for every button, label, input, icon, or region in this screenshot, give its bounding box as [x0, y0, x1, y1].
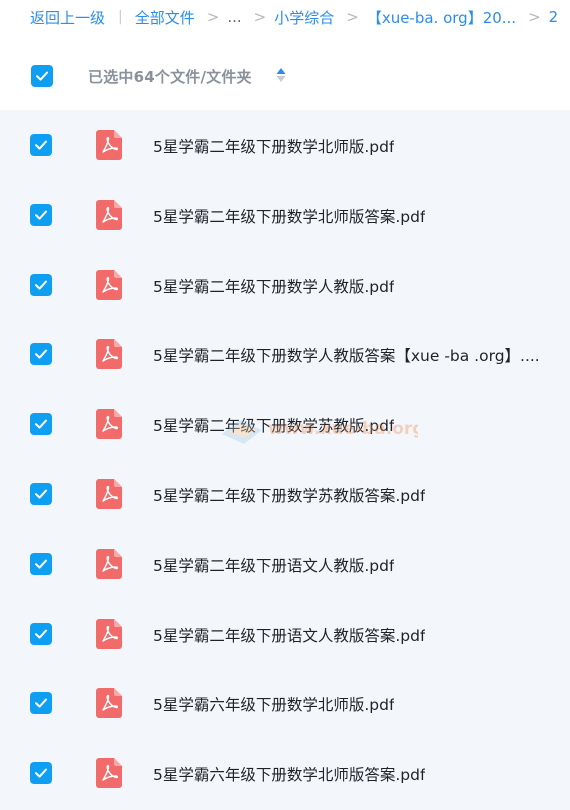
- breadcrumb-ellipsis[interactable]: ...: [227, 8, 241, 26]
- selection-toolbar: 已选中64个文件/文件夹: [0, 42, 570, 110]
- file-row[interactable]: 5星学霸六年级下册数学北师版答案.pdf: [0, 738, 570, 808]
- file-name[interactable]: 5星学霸二年级下册数学北师版.pdf: [153, 135, 394, 157]
- file-checkbox[interactable]: [30, 273, 52, 296]
- check-icon: [35, 629, 47, 639]
- chevron-right-icon: >: [253, 8, 267, 26]
- sort-icon[interactable]: [275, 66, 287, 84]
- check-icon: [35, 210, 47, 220]
- select-all-checkbox[interactable]: [31, 65, 53, 87]
- chevron-right-icon: >: [346, 8, 359, 26]
- file-name[interactable]: 5星学霸二年级下册数学苏教版.pdf: [153, 414, 394, 436]
- file-checkbox[interactable]: [30, 203, 52, 226]
- pdf-icon: [96, 548, 122, 579]
- pdf-icon: [96, 479, 122, 509]
- file-checkbox[interactable]: [30, 483, 52, 505]
- check-icon: [35, 419, 47, 429]
- file-row[interactable]: 5星学霸二年级下册数学北师版.pdf: [0, 110, 570, 180]
- chevron-right-icon: >: [528, 8, 541, 26]
- check-icon: [35, 280, 47, 290]
- file-checkbox[interactable]: [30, 622, 52, 645]
- file-row[interactable]: 5星学霸二年级下册数学北师版答案.pdf: [0, 180, 570, 250]
- file-list: 5星学霸二年级下册数学北师版.pdf 5星学霸二年级下册数学北师版答案.pdf 5星…: [0, 110, 570, 810]
- file-row[interactable]: 5星学霸二年级下册数学人教版.pdf: [0, 250, 570, 320]
- check-icon: [35, 698, 47, 708]
- file-row[interactable]: 5星学霸二年级下册数学苏教版.pdf: [0, 389, 570, 459]
- file-name[interactable]: 5星学霸二年级下册数学人教版答案【xue -ba .org】....: [153, 344, 540, 366]
- file-checkbox[interactable]: [30, 413, 52, 436]
- file-row[interactable]: 5星学霸二年级下册数学苏教版答案.pdf: [0, 459, 570, 529]
- file-row[interactable]: 5星学霸六年级下册数学北师版.pdf: [0, 668, 570, 738]
- file-row[interactable]: 5星学霸二年级下册数学人教版答案【xue -ba .org】....: [0, 319, 570, 389]
- file-name[interactable]: 5星学霸二年级下册数学北师版答案.pdf: [153, 205, 425, 227]
- check-icon: [35, 559, 47, 569]
- file-checkbox[interactable]: [30, 552, 52, 575]
- file-row[interactable]: 5星学霸二年级下册语文人教版答案.pdf: [0, 599, 570, 669]
- pdf-icon: [96, 758, 122, 789]
- breadcrumb-next[interactable]: 2: [549, 8, 559, 26]
- pdf-icon: [96, 130, 122, 160]
- check-icon: [35, 140, 47, 150]
- file-name[interactable]: 5星学霸二年级下册数学人教版.pdf: [153, 275, 394, 297]
- check-icon: [35, 768, 47, 778]
- breadcrumb-folder[interactable]: 小学综合: [274, 7, 334, 28]
- file-name[interactable]: 5星学霸二年级下册数学苏教版答案.pdf: [153, 484, 425, 506]
- file-name[interactable]: 5星学霸六年级下册数学北师版答案.pdf: [153, 763, 425, 785]
- file-checkbox[interactable]: [30, 692, 52, 715]
- check-icon: [36, 71, 48, 81]
- chevron-right-icon: >: [206, 8, 220, 26]
- breadcrumb: 返回上一级 | 全部文件 > ... > 小学综合 > 【xue-ba. org…: [0, 0, 570, 34]
- check-icon: [35, 489, 47, 499]
- file-checkbox[interactable]: [30, 134, 52, 156]
- file-name[interactable]: 5星学霸二年级下册语文人教版答案.pdf: [153, 624, 425, 646]
- pdf-icon: [96, 269, 122, 300]
- breadcrumb-current[interactable]: 【xue-ba. org】20...: [367, 7, 516, 28]
- file-checkbox[interactable]: [30, 762, 52, 785]
- check-icon: [35, 349, 47, 359]
- pdf-icon: [96, 199, 122, 230]
- pdf-icon: [96, 409, 122, 440]
- pdf-icon: [96, 618, 122, 649]
- pdf-icon: [96, 339, 122, 370]
- breadcrumb-all-files[interactable]: 全部文件: [135, 7, 195, 28]
- pdf-icon: [96, 688, 122, 719]
- file-checkbox[interactable]: [30, 343, 52, 366]
- selection-count: 已选中64个文件/文件夹: [88, 68, 252, 86]
- breadcrumb-divider: |: [118, 9, 123, 25]
- file-name[interactable]: 5星学霸六年级下册数学北师版.pdf: [153, 693, 394, 715]
- back-link[interactable]: 返回上一级: [30, 7, 105, 28]
- file-row[interactable]: 5星学霸二年级下册语文人教版.pdf: [0, 529, 570, 599]
- file-name[interactable]: 5星学霸二年级下册语文人教版.pdf: [153, 554, 394, 576]
